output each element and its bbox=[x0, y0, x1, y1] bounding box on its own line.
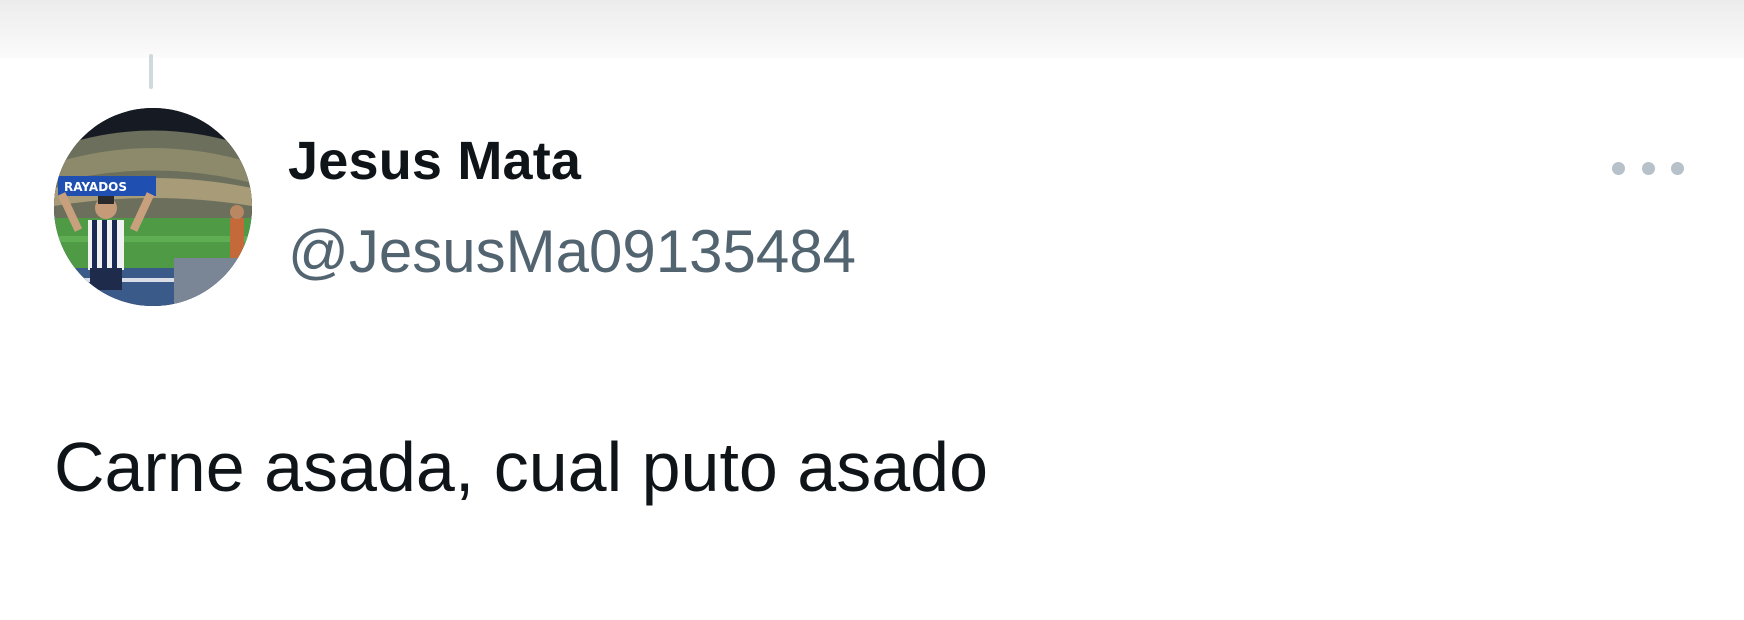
more-horizontal-icon bbox=[1612, 161, 1625, 175]
more-options-button[interactable] bbox=[1612, 155, 1684, 181]
author-handle[interactable]: @JesusMa09135484 bbox=[288, 222, 856, 282]
svg-text:RAYADOS: RAYADOS bbox=[64, 180, 127, 194]
tweet-card: RAYADOS Jesus Mata @JesusMa09135484 Carn… bbox=[0, 0, 1744, 620]
more-horizontal-icon-dot bbox=[1641, 161, 1655, 175]
avatar[interactable]: RAYADOS bbox=[54, 108, 252, 306]
more-horizontal-icon-dot bbox=[1671, 161, 1684, 175]
avatar-photo: RAYADOS bbox=[54, 108, 252, 306]
author-display-name[interactable]: Jesus Mata bbox=[288, 134, 581, 188]
tweet-text: Carne asada, cual puto asado bbox=[54, 428, 988, 506]
